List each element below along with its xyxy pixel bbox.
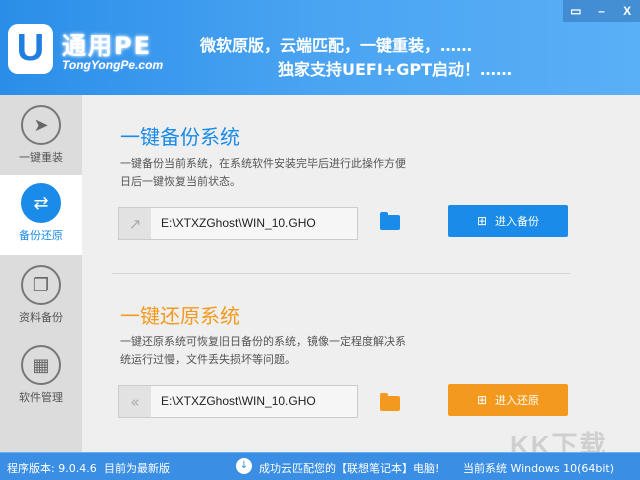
sidebar-item-label: 资料备份 xyxy=(19,311,63,324)
sidebar-item-backup-restore[interactable]: ⇄ 备份还原 xyxy=(0,175,82,255)
enter-backup-button[interactable]: ⊞ 进入备份 xyxy=(448,205,568,237)
window-controls: ▭ – X xyxy=(563,0,640,22)
sidebar-item-data-backup[interactable]: ❐ 资料备份 xyxy=(0,257,82,337)
system-text: 当前系统 Windows 10(64bit) xyxy=(463,462,615,475)
sidebar-item-label: 备份还原 xyxy=(19,229,63,242)
button-label: 进入还原 xyxy=(495,394,540,407)
apps-grid-icon: ▦ xyxy=(21,345,61,385)
sidebar-item-software[interactable]: ▦ 软件管理 xyxy=(0,337,82,417)
close-button[interactable]: X xyxy=(614,0,640,22)
sidebar-item-label: 软件管理 xyxy=(19,391,63,404)
restore-description: 一键还原系统可恢复旧日备份的系统，镜像一定程度解决系统运行过慢，文件丢失损坏等问… xyxy=(120,335,406,366)
slogan-line-1: 微软原版，云端匹配，一键重装，…… xyxy=(200,36,473,55)
sync-icon: ⇄ xyxy=(21,183,61,223)
button-label: 进入备份 xyxy=(495,215,540,228)
cursor-arrow-icon: ➤ xyxy=(21,105,61,145)
feedback-icon[interactable]: ▭ xyxy=(563,0,589,22)
restore-path-input[interactable]: « E:\XTXZGhost\WIN_10.GHO xyxy=(118,385,358,418)
backup-path-value: E:\XTXZGhost\WIN_10.GHO xyxy=(161,216,316,230)
restore-title: 一键还原系统 xyxy=(120,304,240,328)
version-text: 程序版本: 9.0.4.6 xyxy=(7,462,97,475)
share-icon: ↗ xyxy=(119,208,151,239)
copy-icon: ❐ xyxy=(21,265,61,305)
restore-path-value: E:\XTXZGhost\WIN_10.GHO xyxy=(161,394,316,408)
windows-icon: ⊞ xyxy=(476,214,488,228)
logo-title: 通用PE xyxy=(62,32,152,60)
cloud-download-icon: ↓ xyxy=(236,458,252,474)
backup-path-input[interactable]: ↗ E:\XTXZGhost\WIN_10.GHO xyxy=(118,207,358,240)
backup-title: 一键备份系统 xyxy=(120,125,240,149)
sidebar-item-label: 一键重装 xyxy=(19,151,63,164)
divider xyxy=(112,273,570,274)
header: U 通用PE TongYongPe.com 微软原版，云端匹配，一键重装，…… … xyxy=(0,0,640,95)
enter-restore-button[interactable]: ⊞ 进入还原 xyxy=(448,384,568,416)
logo-subtitle: TongYongPe.com xyxy=(62,58,164,72)
latest-text: 目前为最新版 xyxy=(104,462,170,475)
logo: U xyxy=(8,24,53,74)
slogan-line-2: 独家支持UEFI+GPT启动！…… xyxy=(278,60,512,79)
backup-description: 一键备份当前系统，在系统软件安装完毕后进行此操作方便日后一键恢复当前状态。 xyxy=(120,157,406,188)
folder-icon[interactable] xyxy=(380,212,400,230)
folder-icon[interactable] xyxy=(380,393,400,411)
windows-icon: ⊞ xyxy=(476,393,488,407)
minimize-button[interactable]: – xyxy=(589,0,615,22)
sidebar-item-reinstall[interactable]: ➤ 一键重装 xyxy=(0,97,82,177)
status-bar: 程序版本: 9.0.4.6 目前为最新版 ↓ 成功云匹配您的【联想笔记本】电脑!… xyxy=(0,452,640,480)
reply-all-icon: « xyxy=(119,386,151,417)
sidebar: ➤ 一键重装 ⇄ 备份还原 ❐ 资料备份 ▦ 软件管理 xyxy=(0,95,82,452)
match-text: 成功云匹配您的【联想笔记本】电脑! xyxy=(259,462,440,475)
